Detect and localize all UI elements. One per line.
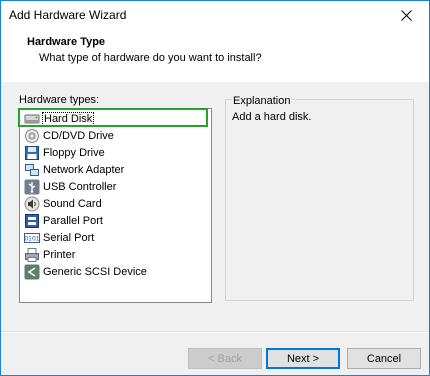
list-item-cd-dvd-drive[interactable]: CD/DVD Drive — [24, 128, 114, 144]
scsi-device-icon — [24, 264, 40, 280]
page-subtitle: What type of hardware do you want to ins… — [39, 52, 262, 64]
list-item-label: Serial Port — [43, 232, 95, 244]
back-button[interactable]: < Back — [188, 348, 262, 369]
list-item-label: Parallel Port — [43, 215, 103, 227]
parallel-port-icon — [24, 213, 40, 229]
list-item-label: CD/DVD Drive — [43, 130, 114, 142]
list-item-sound-card[interactable]: Sound Card — [24, 196, 102, 212]
add-hardware-wizard-window: Add Hardware Wizard Hardware Type What t… — [0, 0, 430, 376]
explanation-title: Explanation — [232, 95, 292, 107]
window-title: Add Hardware Wizard — [9, 8, 127, 22]
serial-port-icon: 0101 — [24, 230, 40, 246]
list-item-usb-controller[interactable]: USB Controller — [24, 179, 116, 195]
hardware-types-list[interactable]: Hard Disk CD/DVD Drive Floppy Drive Netw… — [19, 108, 212, 303]
list-item-label: Network Adapter — [43, 164, 125, 176]
list-item-label: Sound Card — [43, 198, 102, 210]
list-item-serial-port[interactable]: 0101 Serial Port — [24, 230, 94, 246]
svg-text:0101: 0101 — [24, 236, 39, 243]
list-item-label: Hard Disk — [42, 112, 95, 126]
list-item-label: Printer — [43, 249, 76, 261]
list-item-printer[interactable]: Printer — [24, 247, 75, 263]
list-item-floppy-drive[interactable]: Floppy Drive — [24, 145, 105, 161]
explanation-group — [225, 99, 414, 301]
close-icon — [401, 10, 412, 21]
list-item-network-adapter[interactable]: Network Adapter — [24, 162, 124, 178]
list-item-parallel-port[interactable]: Parallel Port — [24, 213, 103, 229]
list-item-generic-scsi-device[interactable]: Generic SCSI Device — [24, 264, 147, 280]
cd-dvd-icon — [24, 128, 40, 144]
list-item-label: Generic SCSI Device — [43, 266, 147, 278]
sound-card-icon — [24, 196, 40, 212]
title-bar: Add Hardware Wizard — [1, 1, 429, 31]
close-button[interactable] — [384, 1, 429, 30]
explanation-text: Add a hard disk. — [232, 111, 312, 123]
header-divider — [1, 81, 429, 82]
hardware-types-label: Hardware types: — [19, 94, 100, 106]
next-button[interactable]: Next > — [266, 348, 340, 369]
cancel-button[interactable]: Cancel — [347, 348, 421, 369]
floppy-icon — [24, 145, 40, 161]
usb-icon — [24, 179, 40, 195]
list-item-hard-disk[interactable]: Hard Disk — [24, 111, 95, 127]
list-item-label: USB Controller — [43, 181, 117, 193]
wizard-header: Hardware Type What type of hardware do y… — [1, 31, 429, 82]
footer-divider-highlight — [1, 332, 429, 333]
printer-icon — [24, 247, 40, 263]
page-title: Hardware Type — [27, 36, 106, 48]
list-item-label: Floppy Drive — [43, 147, 105, 159]
hard-disk-icon — [24, 111, 40, 127]
network-adapter-icon — [24, 162, 40, 178]
